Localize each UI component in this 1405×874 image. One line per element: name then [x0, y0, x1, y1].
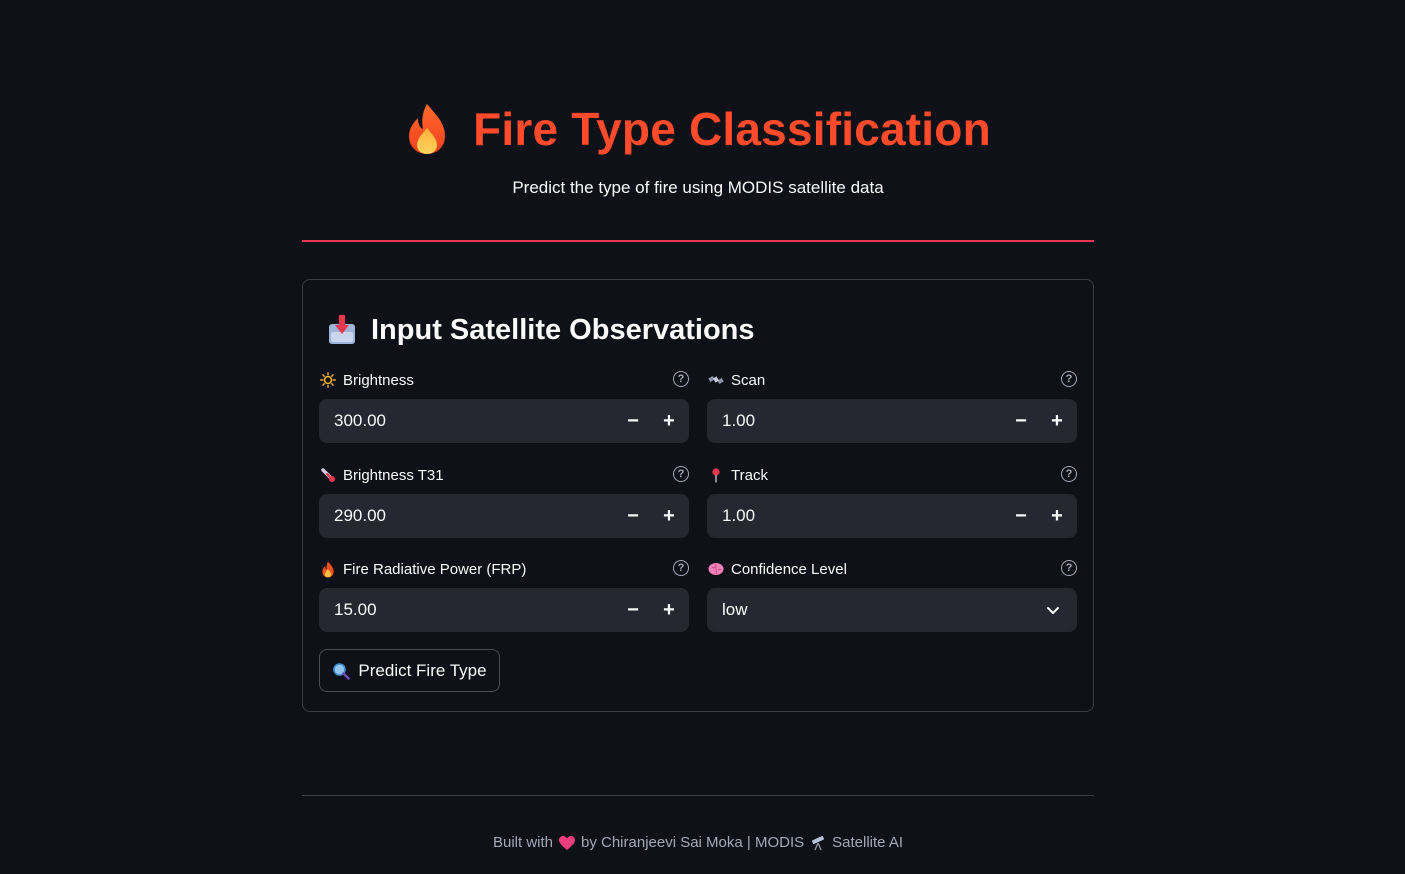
- track-input[interactable]: 1.00: [722, 506, 1003, 526]
- form-title: Input Satellite Observations: [327, 310, 755, 350]
- page-subtitle: Predict the type of fire using MODIS sat…: [512, 178, 884, 197]
- page-title: Fire Type Classification: [473, 103, 991, 155]
- scan-increment-button[interactable]: +: [1039, 399, 1075, 443]
- frp-label: Fire Radiative Power (FRP): [343, 560, 527, 578]
- chevron-down-icon[interactable]: [1035, 588, 1071, 632]
- brightness-t31-label: Brightness T31: [343, 466, 444, 484]
- predict-fire-type-button[interactable]: Predict Fire Type: [319, 649, 500, 692]
- predict-button-label: Predict Fire Type: [358, 660, 487, 680]
- track-decrement-button[interactable]: −: [1003, 494, 1039, 538]
- scan-input[interactable]: 1.00: [722, 411, 1003, 431]
- satellite-icon: [707, 371, 725, 389]
- footer-built-with: Built with: [492, 834, 553, 851]
- sun-icon: [319, 371, 337, 389]
- help-icon[interactable]: ?: [673, 560, 689, 576]
- inbox-tray-icon: [329, 315, 355, 344]
- footer-suffix: Satellite AI: [832, 834, 904, 851]
- input-form-card: Input Satellite Observations Brightness …: [302, 279, 1094, 712]
- telescope-icon: [812, 835, 825, 850]
- help-icon[interactable]: ?: [673, 466, 689, 482]
- help-icon[interactable]: ?: [673, 371, 689, 387]
- scan-decrement-button[interactable]: −: [1003, 399, 1039, 443]
- confidence-field: Confidence Level ? low: [707, 558, 1077, 632]
- brightness-t31-decrement-button[interactable]: −: [615, 494, 651, 538]
- footer: Built with by Chiranjeevi Sai Moka | MOD…: [302, 834, 1094, 851]
- help-icon[interactable]: ?: [1061, 466, 1077, 482]
- frp-increment-button[interactable]: +: [651, 588, 687, 632]
- confidence-label: Confidence Level: [731, 560, 847, 578]
- scan-field: Scan ? 1.00 − +: [707, 369, 1077, 443]
- confidence-selected-value: low: [722, 600, 748, 619]
- heart-icon: [559, 835, 575, 850]
- frp-input[interactable]: 15.00: [334, 600, 615, 620]
- brightness-field: Brightness ? 300.00 − +: [319, 369, 689, 443]
- footer-author: by Chiranjeevi Sai Moka | MODIS: [581, 834, 805, 851]
- app-page: Fire Type Classification Predict the typ…: [0, 0, 1405, 874]
- scan-label: Scan: [731, 371, 766, 389]
- brightness-t31-field: Brightness T31 ? 290.00 − +: [319, 464, 689, 538]
- thermometer-icon: [319, 466, 337, 484]
- track-label: Track: [731, 466, 768, 484]
- brightness-label: Brightness: [343, 371, 414, 389]
- header-divider: [302, 240, 1094, 242]
- brightness-decrement-button[interactable]: −: [615, 399, 651, 443]
- track-field: Track ? 1.00 − +: [707, 464, 1077, 538]
- fire-icon: [319, 560, 337, 578]
- brightness-input[interactable]: 300.00: [334, 411, 615, 431]
- brightness-t31-increment-button[interactable]: +: [651, 494, 687, 538]
- frp-field: Fire Radiative Power (FRP) ? 15.00 − +: [319, 558, 689, 632]
- brightness-increment-button[interactable]: +: [651, 399, 687, 443]
- help-icon[interactable]: ?: [1061, 371, 1077, 387]
- frp-decrement-button[interactable]: −: [615, 588, 651, 632]
- brightness-t31-input[interactable]: 290.00: [334, 506, 615, 526]
- track-increment-button[interactable]: +: [1039, 494, 1075, 538]
- footer-divider: [302, 795, 1094, 796]
- fire-icon: [409, 104, 446, 154]
- pin-icon: [707, 466, 725, 484]
- page-header: Fire Type Classification: [302, 95, 1094, 163]
- brain-icon: [707, 560, 725, 578]
- help-icon[interactable]: ?: [1061, 560, 1077, 576]
- confidence-select[interactable]: low: [707, 588, 1077, 632]
- magnifier-icon: [333, 662, 351, 680]
